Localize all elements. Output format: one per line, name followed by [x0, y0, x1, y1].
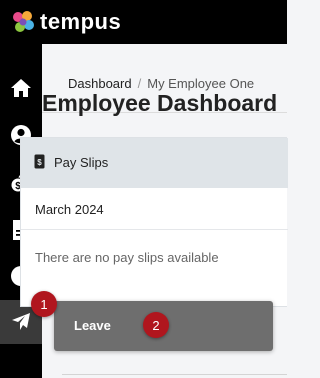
tempus-logo[interactable]: tempus	[10, 9, 121, 35]
sidebar-item-home[interactable]	[0, 66, 42, 110]
empty-message: There are no pay slips available	[35, 250, 219, 265]
bottom-divider	[62, 374, 287, 375]
leave-tooltip-label: Leave	[74, 318, 111, 333]
home-icon	[11, 79, 31, 97]
breadcrumb-separator: /	[137, 76, 142, 91]
breadcrumb: Dashboard / My Employee One	[68, 76, 254, 91]
pay-slips-card: $ Pay Slips March 2024 There are no pay …	[20, 137, 288, 307]
svg-text:$: $	[37, 158, 42, 167]
tempus-logo-icon	[13, 11, 34, 32]
pay-slips-header[interactable]: $ Pay Slips	[21, 138, 288, 188]
page-title: Employee Dashboard	[42, 90, 278, 116]
step-badge-2: 2	[143, 312, 169, 338]
pay-slips-title: Pay Slips	[54, 155, 109, 170]
breadcrumb-dashboard-link[interactable]: Dashboard	[68, 76, 132, 91]
month-label: March 2024	[35, 202, 104, 217]
month-row: March 2024	[21, 188, 288, 230]
plane-icon	[12, 313, 30, 330]
app-name: tempus	[40, 9, 122, 34]
step-badge-1: 1	[31, 291, 57, 317]
top-bar: tempus	[0, 0, 287, 44]
payslip-icon: $	[34, 154, 45, 169]
breadcrumb-current: My Employee One	[147, 76, 255, 91]
